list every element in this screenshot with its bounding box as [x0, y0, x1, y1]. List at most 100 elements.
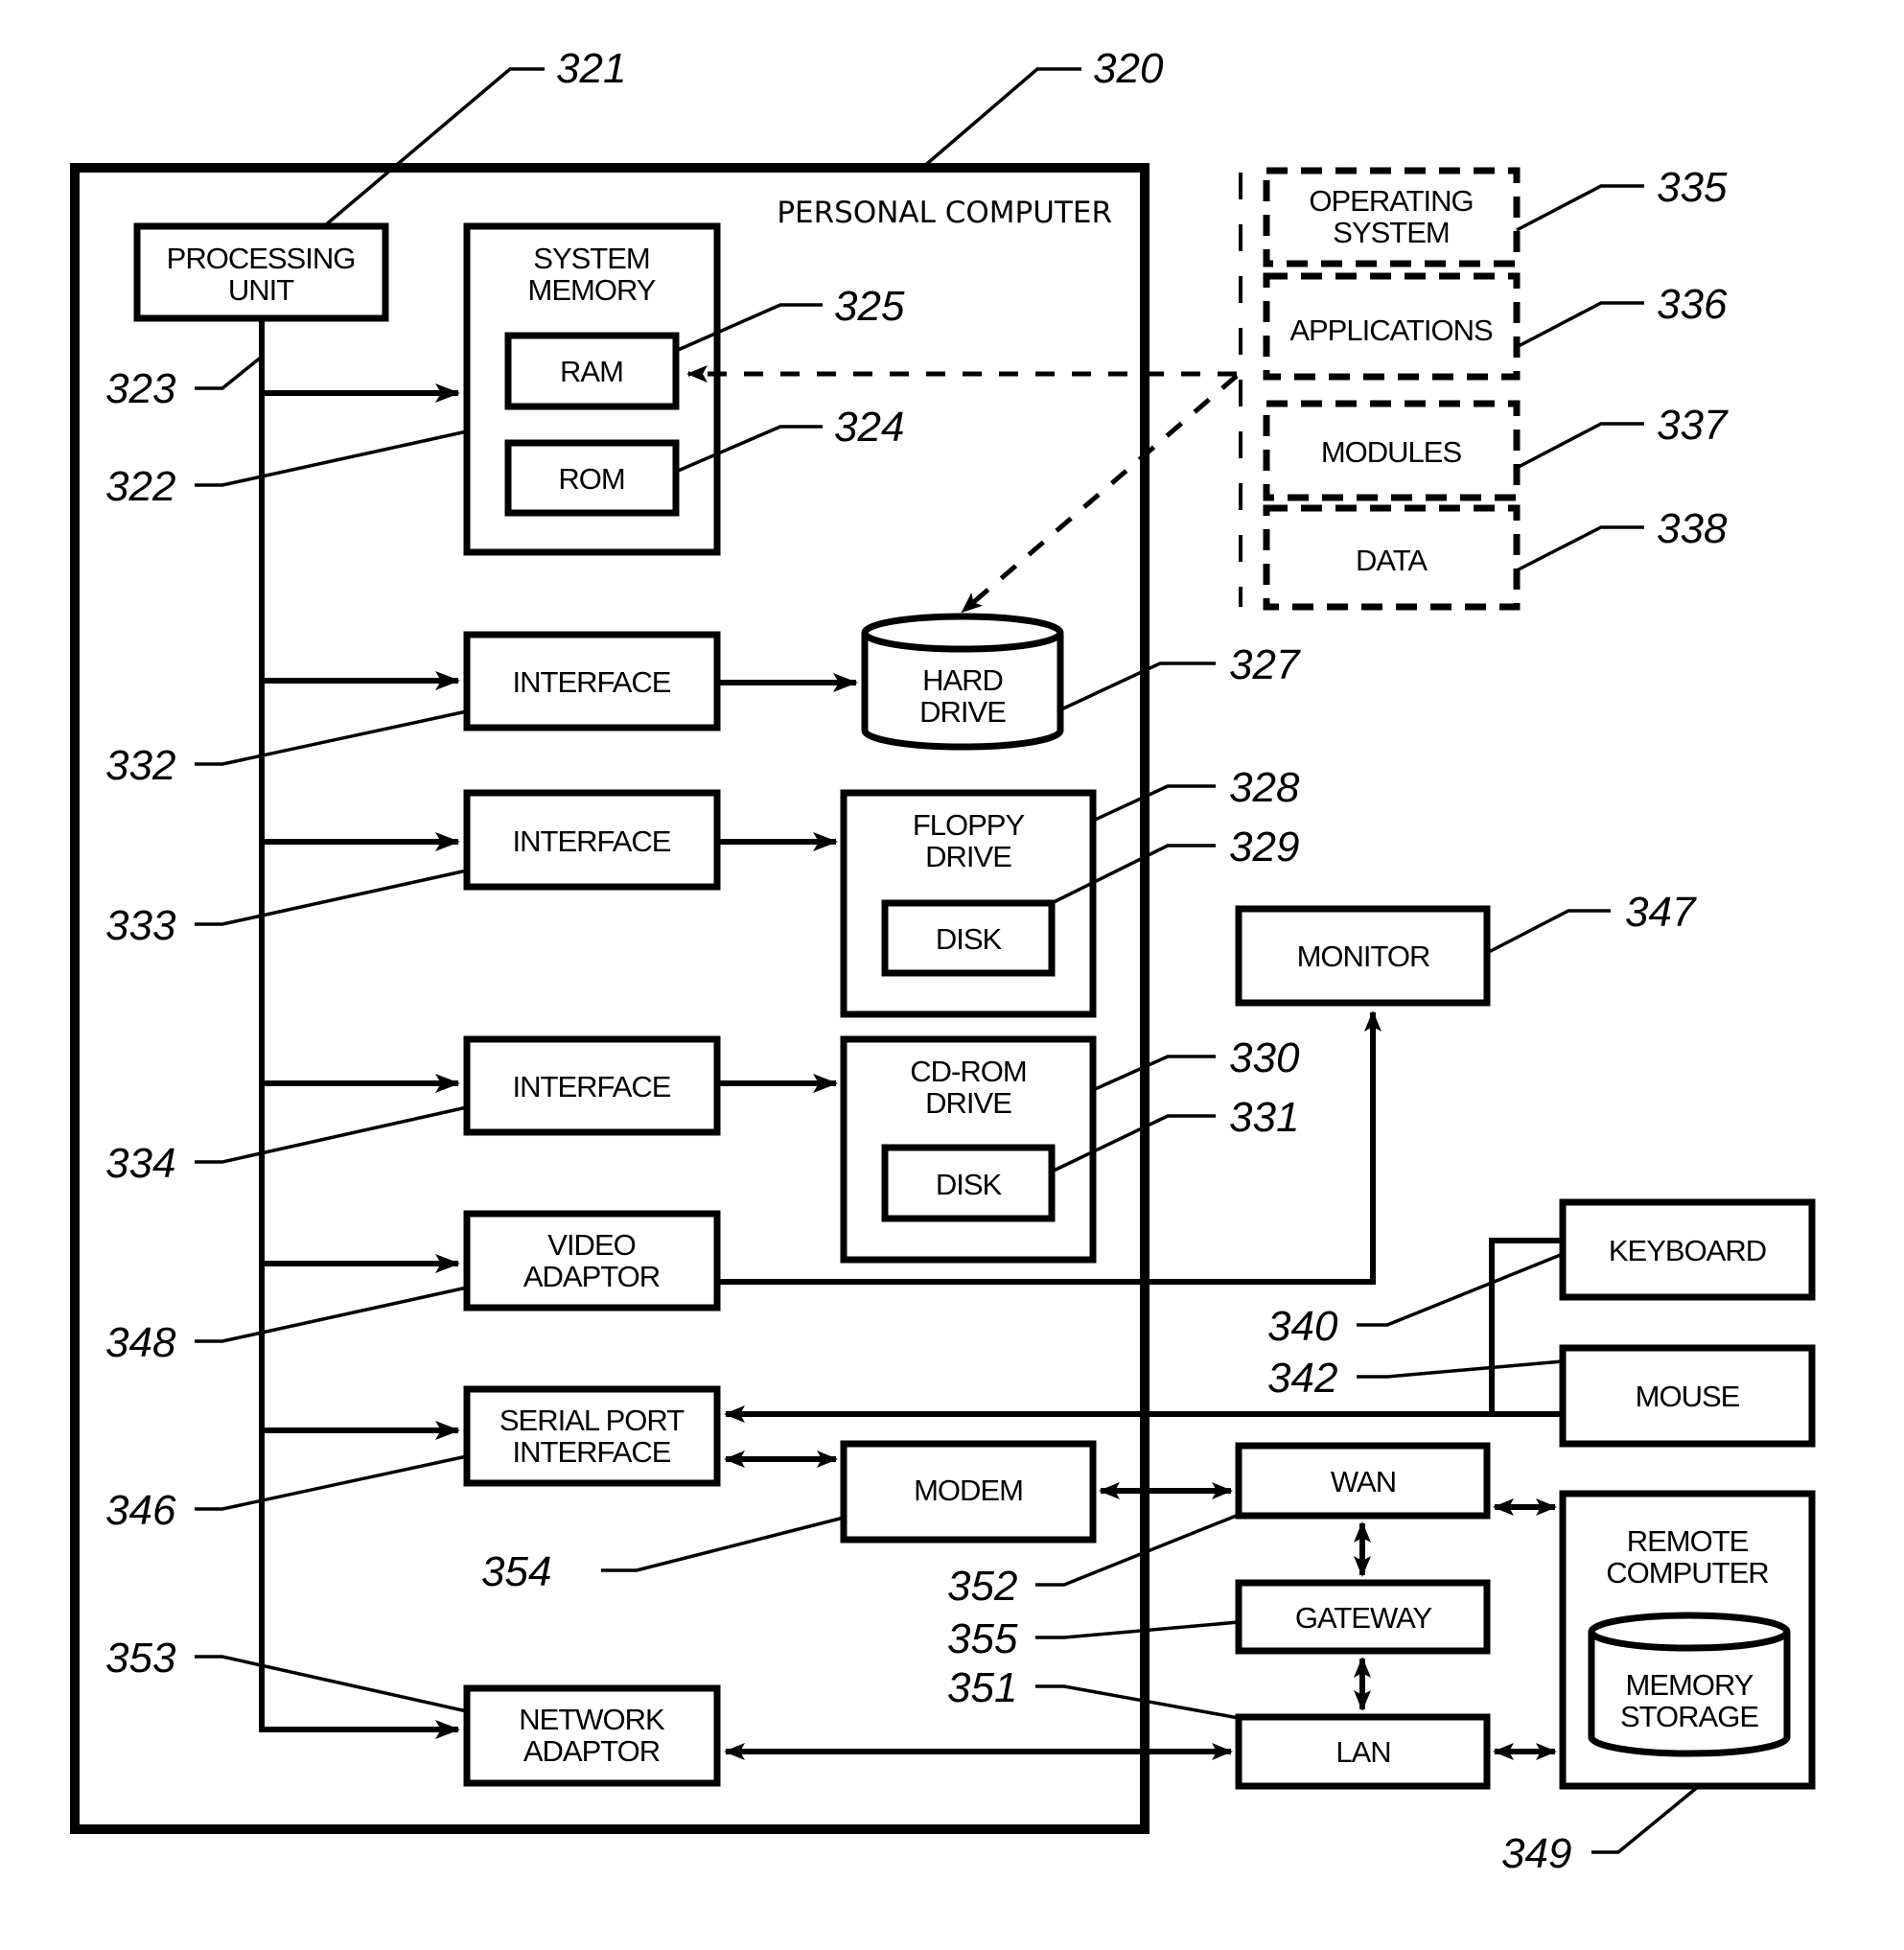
- ref-331: 331: [1229, 1094, 1299, 1141]
- ref-322: 322: [105, 463, 175, 510]
- applications-label: APPLICATIONS: [1289, 313, 1493, 347]
- ref-336: 336: [1657, 281, 1728, 328]
- leader-332: [195, 709, 468, 766]
- modules-box: MODULES: [1263, 400, 1521, 501]
- video-adaptor-label-2: ADAPTOR: [523, 1260, 660, 1293]
- keyboard-box: KEYBOARD: [1559, 1198, 1816, 1301]
- monitor-box: MONITOR: [1235, 905, 1491, 1007]
- processing-unit-label-1: PROCESSING: [167, 242, 356, 275]
- applications-box: APPLICATIONS: [1263, 272, 1521, 381]
- leader-336: [1516, 301, 1644, 349]
- lan-label: LAN: [1335, 1735, 1390, 1769]
- video-adaptor-box: VIDEO ADAPTOR: [463, 1210, 721, 1312]
- ref-340: 340: [1267, 1303, 1338, 1350]
- leader-355: [1035, 1620, 1240, 1639]
- wan-box: WAN: [1235, 1442, 1491, 1520]
- network-adaptor-box: NETWORK ADAPTOR: [463, 1684, 721, 1787]
- processing-unit-box: PROCESSING UNIT: [133, 222, 389, 322]
- remote-computer-label-1: REMOTE: [1627, 1524, 1749, 1558]
- floppy-disk-box: DISK: [881, 899, 1056, 977]
- modem-label: MODEM: [914, 1474, 1023, 1507]
- ref-335: 335: [1657, 164, 1728, 211]
- ref-346: 346: [105, 1487, 176, 1534]
- keyboard-label: KEYBOARD: [1609, 1234, 1766, 1267]
- network-adaptor-label-2: ADAPTOR: [523, 1734, 660, 1768]
- hard-drive-cylinder: HARD DRIVE: [861, 613, 1064, 751]
- leader-333: [195, 869, 468, 926]
- floppy-drive-label-2: DRIVE: [925, 840, 1011, 873]
- ref-332: 332: [105, 742, 175, 789]
- ref-328: 328: [1229, 764, 1300, 811]
- personal-computer-label: PERSONAL COMPUTER: [777, 196, 1112, 230]
- gateway-box: GATEWAY: [1235, 1579, 1491, 1655]
- ref-334: 334: [105, 1140, 175, 1187]
- leader-337: [1516, 422, 1644, 470]
- interface-332-box: INTERFACE: [463, 631, 721, 731]
- operating-system-label-2: SYSTEM: [1333, 216, 1449, 249]
- monitor-label: MONITOR: [1297, 940, 1430, 973]
- network-adaptor-label-1: NETWORK: [519, 1703, 665, 1736]
- ref-333: 333: [105, 902, 176, 949]
- ref-354: 354: [481, 1548, 551, 1595]
- processing-unit-label-2: UNIT: [228, 273, 294, 307]
- leader-322: [195, 429, 468, 487]
- ram-box: RAM: [504, 332, 680, 410]
- data-box: DATA: [1263, 504, 1521, 611]
- leader-328: [1092, 784, 1216, 823]
- ref-347: 347: [1625, 889, 1697, 936]
- operating-system-box: OPERATING SYSTEM: [1263, 167, 1521, 267]
- ref-348: 348: [105, 1319, 176, 1366]
- ref-325: 325: [834, 283, 905, 330]
- mouse-label: MOUSE: [1636, 1380, 1740, 1413]
- leader-327: [1060, 662, 1216, 711]
- cdrom-disk-box: DISK: [881, 1144, 1056, 1222]
- ref-352: 352: [947, 1563, 1017, 1610]
- ref-321: 321: [556, 45, 626, 92]
- leader-347: [1486, 909, 1611, 955]
- system-memory-label-2: MEMORY: [528, 273, 656, 307]
- floppy-drive-label-1: FLOPPY: [913, 808, 1025, 842]
- leader-342: [1357, 1359, 1564, 1379]
- floppy-disk-label: DISK: [936, 922, 1003, 956]
- ref-351: 351: [947, 1664, 1017, 1711]
- interface-334-box: INTERFACE: [463, 1035, 721, 1136]
- cdrom-drive-label-1: CD-ROM: [910, 1055, 1026, 1088]
- leader-348: [195, 1286, 468, 1343]
- ref-337: 337: [1657, 402, 1729, 449]
- memory-storage-label-1: MEMORY: [1626, 1668, 1753, 1702]
- leader-335: [1516, 184, 1644, 232]
- memory-storage-cylinder: MEMORY STORAGE: [1588, 1612, 1791, 1757]
- serial-port-label-2: INTERFACE: [513, 1435, 671, 1469]
- leader-330: [1092, 1055, 1216, 1092]
- hard-drive-label-1: HARD: [922, 663, 1003, 697]
- data-label: DATA: [1356, 544, 1428, 577]
- gateway-label: GATEWAY: [1295, 1601, 1432, 1635]
- lan-box: LAN: [1235, 1713, 1491, 1790]
- leader-338: [1516, 525, 1644, 572]
- ref-355: 355: [947, 1615, 1018, 1662]
- ref-349: 349: [1501, 1830, 1571, 1877]
- modules-label: MODULES: [1321, 435, 1462, 469]
- leader-351: [1035, 1684, 1240, 1720]
- serial-port-label-1: SERIAL PORT: [499, 1404, 685, 1437]
- ref-342: 342: [1267, 1355, 1337, 1402]
- dashed-link-to-hard-drive: [961, 374, 1239, 614]
- interface-333-label: INTERFACE: [513, 824, 671, 858]
- leader-321: [322, 67, 545, 228]
- operating-system-label-1: OPERATING: [1309, 184, 1473, 218]
- ref-329: 329: [1229, 824, 1299, 871]
- rom-box: ROM: [504, 439, 680, 517]
- remote-computer-label-2: COMPUTER: [1606, 1556, 1768, 1590]
- ref-330: 330: [1229, 1034, 1300, 1081]
- cdrom-drive-label-2: DRIVE: [925, 1086, 1011, 1120]
- hard-drive-label-2: DRIVE: [919, 695, 1006, 729]
- leader-346: [195, 1454, 468, 1511]
- leader-323: [195, 355, 264, 390]
- interface-332-label: INTERFACE: [513, 665, 671, 699]
- ref-324: 324: [834, 404, 904, 451]
- leader-353: [195, 1655, 468, 1713]
- interface-333-box: INTERFACE: [463, 789, 721, 891]
- computer-system-diagram: PERSONAL COMPUTER PROCESSING UNIT SYSTEM…: [70, 45, 1816, 1877]
- mouse-box: MOUSE: [1559, 1344, 1816, 1448]
- ref-323: 323: [105, 365, 176, 412]
